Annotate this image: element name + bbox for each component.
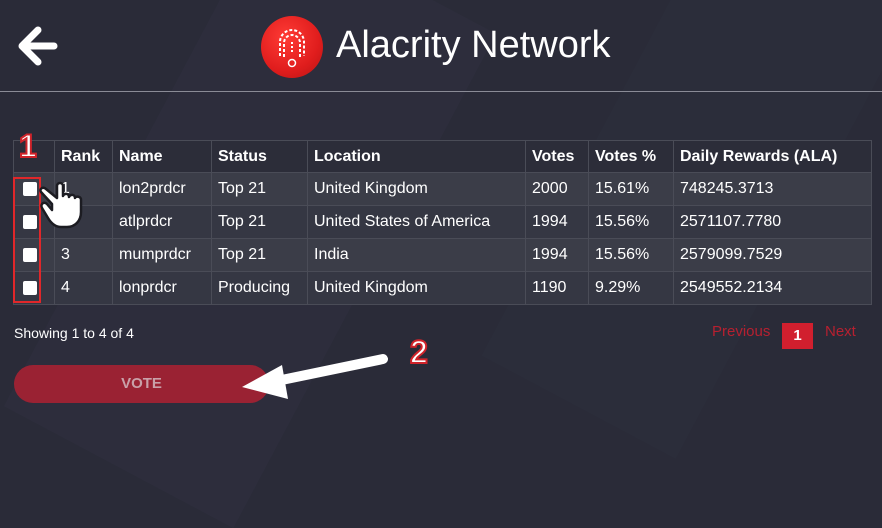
name-cell: atlprdcr (112, 205, 212, 239)
table-info: Showing 1 to 4 of 4 (14, 325, 134, 341)
location-cell: United Kingdom (307, 271, 526, 305)
step-1-label: 1 (18, 127, 38, 165)
votes-cell: 2000 (525, 172, 589, 206)
table-row: 1 lon2prdcr Top 21 United Kingdom 2000 1… (13, 172, 872, 206)
table-row: 3 mumprdcr Top 21 India 1994 15.56% 2579… (13, 238, 872, 272)
column-header-rank: Rank (54, 140, 113, 173)
votes-pct-cell: 15.56% (588, 205, 674, 239)
table-row: 2 atlprdcr Top 21 United States of Ameri… (13, 205, 872, 239)
producers-table: Rank Name Status Location Votes Votes % … (13, 140, 872, 305)
table-row: 4 lonprdcr Producing United Kingdom 1190… (13, 271, 872, 305)
column-header-name: Name (112, 140, 212, 173)
status-cell: Top 21 (211, 172, 308, 206)
votes-pct-cell: 15.61% (588, 172, 674, 206)
name-cell: lon2prdcr (112, 172, 212, 206)
name-cell: lonprdcr (112, 271, 212, 305)
votes-pct-cell: 9.29% (588, 271, 674, 305)
status-cell: Top 21 (211, 238, 308, 272)
header: Alacrity Network (0, 0, 882, 92)
votes-cell: 1994 (525, 238, 589, 272)
votes-cell: 1190 (525, 271, 589, 305)
status-cell: Top 21 (211, 205, 308, 239)
table-header-row: Rank Name Status Location Votes Votes % … (13, 140, 872, 173)
rewards-cell: 2571107.7780 (673, 205, 872, 239)
next-page-link[interactable]: Next (825, 323, 856, 340)
column-header-votes-pct: Votes % (588, 140, 674, 173)
vote-button[interactable]: VOTE (14, 365, 269, 403)
location-cell: United Kingdom (307, 172, 526, 206)
fingerprint-icon (279, 29, 305, 68)
column-header-status: Status (211, 140, 308, 173)
alacrity-logo (261, 16, 323, 78)
location-cell: India (307, 238, 526, 272)
status-cell: Producing (211, 271, 308, 305)
column-header-daily-rewards: Daily Rewards (ALA) (673, 140, 872, 173)
column-header-location: Location (307, 140, 526, 173)
rewards-cell: 748245.3713 (673, 172, 872, 206)
previous-page-link[interactable]: Previous (712, 323, 770, 340)
name-cell: mumprdcr (112, 238, 212, 272)
back-arrow-icon[interactable] (14, 24, 58, 68)
step-2-label: 2 (409, 333, 429, 371)
votes-pct-cell: 15.56% (588, 238, 674, 272)
app-title: Alacrity Network (336, 24, 611, 66)
rank-cell: 4 (54, 271, 113, 305)
pointer-arrow-icon (242, 354, 388, 399)
location-cell: United States of America (307, 205, 526, 239)
page-1-button[interactable]: 1 (782, 323, 813, 349)
pointing-hand-icon (39, 181, 83, 229)
column-header-votes: Votes (525, 140, 589, 173)
rewards-cell: 2579099.7529 (673, 238, 872, 272)
rank-cell: 3 (54, 238, 113, 272)
votes-cell: 1994 (525, 205, 589, 239)
rewards-cell: 2549552.2134 (673, 271, 872, 305)
